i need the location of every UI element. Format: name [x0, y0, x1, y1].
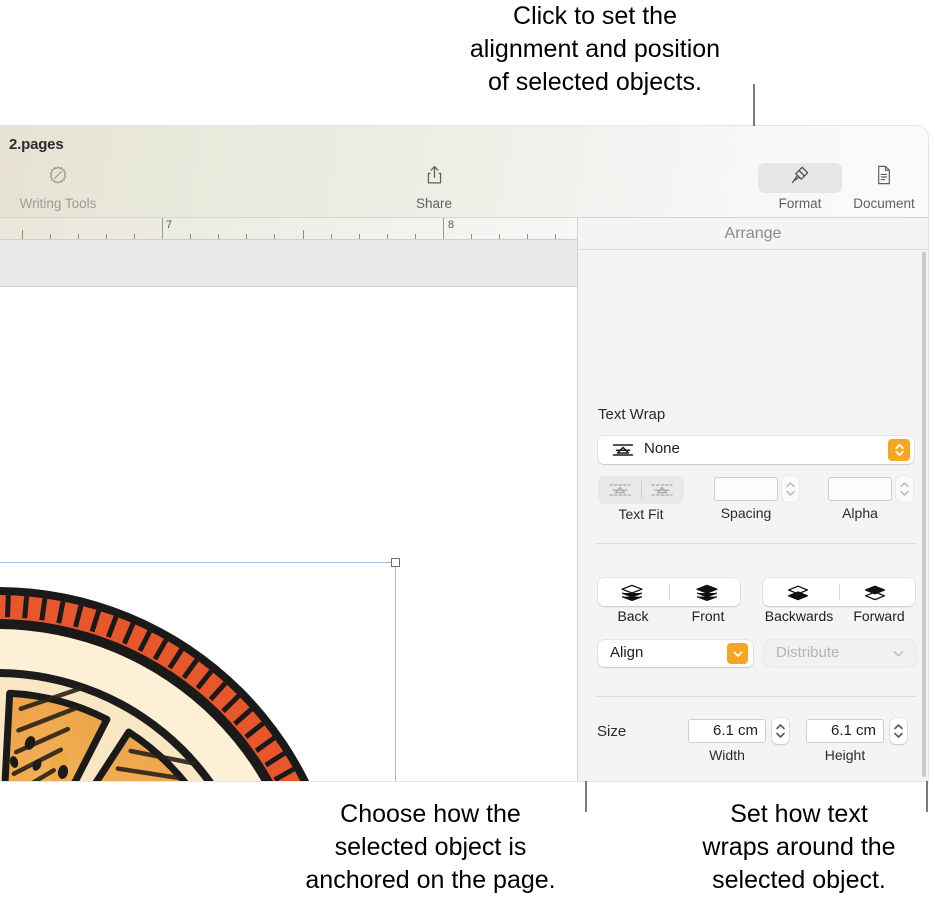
- label-size: Size: [597, 723, 627, 740]
- spacing-input[interactable]: [714, 477, 778, 501]
- width-input[interactable]: 6.1 cm: [688, 719, 766, 743]
- send-to-back-icon[interactable]: [620, 584, 644, 607]
- format-inspector-sidebar: Arrange Text Wrap None Text Fit Spacing …: [577, 218, 928, 781]
- distribute-dropdown-button[interactable]: Distribute: [764, 640, 916, 667]
- bring-to-front-icon[interactable]: [695, 584, 719, 607]
- height-input[interactable]: 6.1 cm: [806, 719, 884, 743]
- chevron-down-icon[interactable]: [727, 643, 748, 664]
- divider-above-size: [596, 696, 916, 697]
- align-dropdown-button[interactable]: Align: [598, 640, 753, 667]
- inspector-scrollbar[interactable]: [922, 252, 926, 777]
- text-fit-above-icon[interactable]: [608, 482, 632, 503]
- toolbar-button-share[interactable]: Share: [379, 164, 489, 211]
- label-spacing: Spacing: [720, 505, 772, 521]
- callout-caption-top: Click to set the alignment and position …: [469, 2, 721, 96]
- chevron-down-icon-distribute: [892, 647, 905, 665]
- object-selection-frame[interactable]: [0, 558, 400, 781]
- text-fit-below-icon[interactable]: [650, 482, 674, 503]
- toolbar-label-writing-tools: Writing Tools: [19, 196, 97, 211]
- alpha-input[interactable]: [828, 477, 892, 501]
- label-text-wrap: Text Wrap: [598, 406, 666, 423]
- text-fit-divider: [641, 481, 642, 499]
- pages-app-window: 2.pages Writing Tools Share Format Docum…: [0, 126, 928, 781]
- toolbar-label-share: Share: [415, 196, 453, 211]
- horizontal-ruler[interactable]: 7 8: [0, 218, 577, 240]
- label-backwards[interactable]: Backwards: [756, 608, 842, 624]
- toolbar-button-document[interactable]: Document: [829, 164, 928, 211]
- document-title: 2.pages: [9, 136, 64, 153]
- text-wrap-chevrons-icon[interactable]: [888, 439, 910, 461]
- callout-caption-align: Choose how the selected object is anchor…: [305, 800, 556, 894]
- share-icon: [379, 164, 489, 194]
- text-wrap-select[interactable]: None: [598, 436, 914, 464]
- label-alpha: Alpha: [842, 505, 878, 521]
- alpha-stepper[interactable]: [896, 476, 913, 502]
- order-divider-2: [839, 584, 840, 600]
- inspector-title-arrange: Arrange: [578, 218, 928, 250]
- ruler-label-8: 8: [448, 219, 455, 231]
- divider-above-order: [596, 543, 916, 544]
- document-icon: [829, 164, 928, 194]
- writing-tools-icon: [3, 164, 113, 194]
- align-label: Align: [610, 644, 644, 661]
- label-back[interactable]: Back: [597, 608, 669, 624]
- label-forward[interactable]: Forward: [843, 608, 915, 624]
- document-margin-band: [0, 240, 577, 287]
- toolbar-button-writing-tools[interactable]: Writing Tools: [3, 164, 113, 211]
- order-divider-1: [669, 584, 670, 600]
- toolbar-label-document: Document: [853, 196, 915, 211]
- distribute-label: Distribute: [776, 644, 840, 661]
- label-text-fit: Text Fit: [618, 506, 664, 522]
- width-stepper[interactable]: [772, 718, 789, 744]
- callout-caption-text-wrap: Set how text wraps around the selected o…: [702, 800, 896, 894]
- bring-forward-icon[interactable]: [863, 584, 887, 607]
- window-toolbar: 2.pages Writing Tools Share Format Docum…: [0, 126, 928, 218]
- document-page-canvas[interactable]: [0, 287, 577, 781]
- selection-handle-top-right[interactable]: [391, 558, 400, 567]
- label-front[interactable]: Front: [672, 608, 744, 624]
- text-wrap-value: None: [644, 440, 680, 457]
- caption-width: Width: [709, 747, 745, 763]
- height-stepper[interactable]: [890, 718, 907, 744]
- ruler-label-7: 7: [166, 219, 173, 231]
- send-backwards-icon[interactable]: [786, 584, 810, 607]
- spacing-stepper[interactable]: [782, 476, 799, 502]
- caption-height: Height: [824, 747, 866, 763]
- text-wrap-icon: [612, 442, 634, 463]
